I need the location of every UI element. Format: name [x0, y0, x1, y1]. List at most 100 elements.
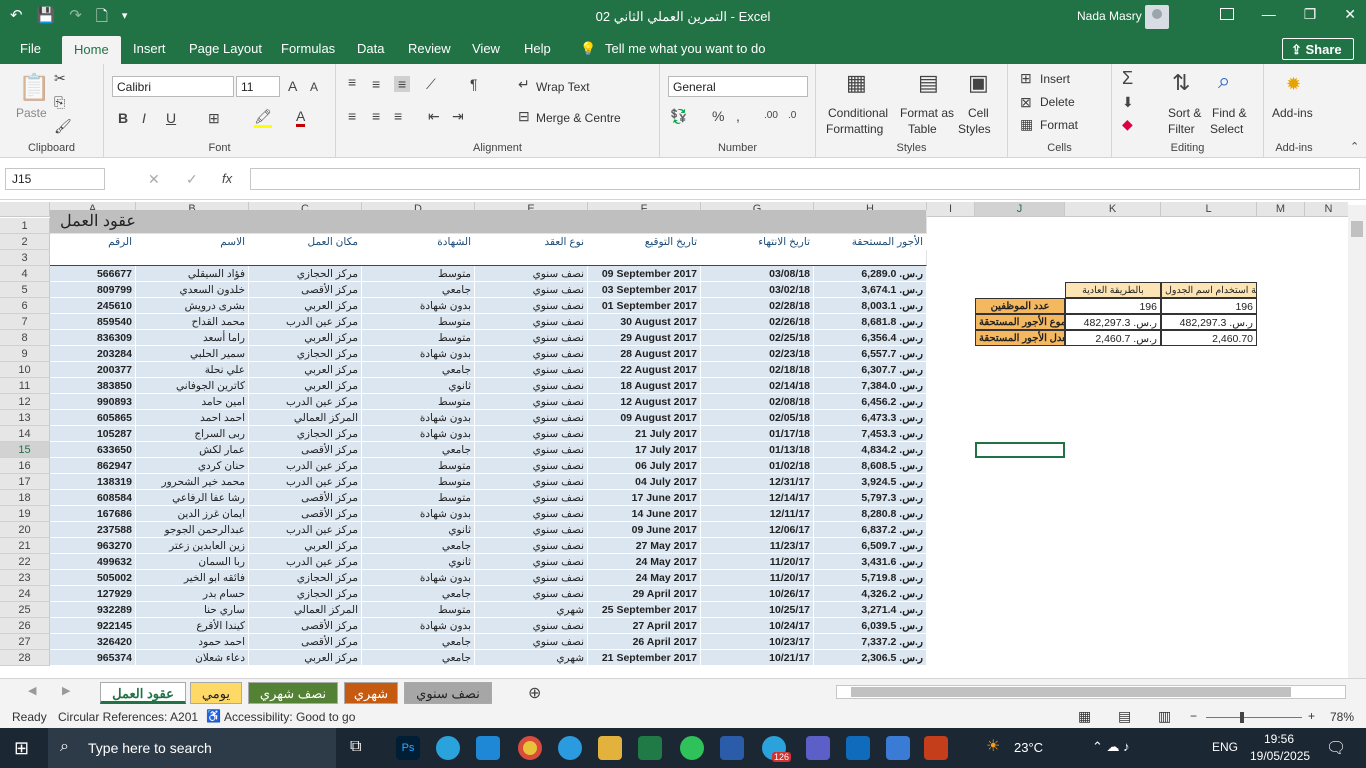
table-cell[interactable]: 10/21/17 — [701, 650, 814, 666]
table-cell[interactable]: ربى السراج — [136, 426, 249, 442]
table-cell[interactable]: 10/25/17 — [701, 602, 814, 618]
format-cells-icon[interactable]: ▦ — [1020, 116, 1033, 133]
table-header-2[interactable]: مكان العمل — [249, 234, 362, 250]
table-cell[interactable]: مركز عين الدرب — [249, 554, 362, 570]
sheet-title[interactable]: عقود العمل — [50, 210, 927, 234]
table-cell[interactable]: مركز عين الدرب — [249, 394, 362, 410]
collapse-ribbon-icon[interactable]: ⌃ — [1350, 140, 1359, 153]
table-cell[interactable]: ثانوي — [362, 378, 475, 394]
page-layout-view-icon[interactable]: ▤ — [1118, 708, 1131, 725]
table-cell[interactable]: 203284 — [50, 346, 136, 362]
row-header-9[interactable]: 9 — [0, 346, 50, 362]
table-cell[interactable]: 566677 — [50, 266, 136, 282]
row-header-26[interactable]: 26 — [0, 618, 50, 634]
table-cell[interactable]: مركز عين الدرب — [249, 458, 362, 474]
table-cell[interactable]: جامعي — [362, 362, 475, 378]
table-cell[interactable]: 02/28/18 — [701, 298, 814, 314]
table-cell[interactable]: احمد حمود — [136, 634, 249, 650]
table-cell[interactable]: كيندا الأقرع — [136, 618, 249, 634]
summary-count-table[interactable]: 196 — [1161, 298, 1257, 314]
cell-styles-line1[interactable]: Cell — [968, 106, 989, 120]
underline-icon[interactable]: U — [166, 110, 176, 126]
increase-decimal-icon[interactable]: .00 — [764, 110, 778, 121]
table-cell[interactable]: 09 June 2017 — [588, 522, 701, 538]
column-header-L[interactable]: L — [1161, 202, 1257, 217]
row-header-28[interactable]: 28 — [0, 650, 50, 666]
table-cell[interactable]: ر.س. 8,608.5 — [814, 458, 927, 474]
table-cell[interactable]: 11/20/17 — [701, 570, 814, 586]
table-cell[interactable]: ايمان غرز الدين — [136, 506, 249, 522]
wrap-text-icon[interactable]: ↵ — [518, 76, 530, 93]
taskbar-search[interactable]: ⌕ Type here to search — [48, 728, 336, 768]
table-cell[interactable]: 02/05/18 — [701, 410, 814, 426]
table-cell[interactable]: مركز العربي — [249, 650, 362, 666]
table-cell[interactable]: ر.س. 5,719.8 — [814, 570, 927, 586]
table-cell[interactable]: 24 May 2017 — [588, 570, 701, 586]
table-cell[interactable]: حنان كردي — [136, 458, 249, 474]
sheet-tab-monthly[interactable]: شهري — [344, 682, 398, 704]
row-header-20[interactable]: 20 — [0, 522, 50, 538]
table-cell[interactable]: مركز الحجازي — [249, 426, 362, 442]
row-header-27[interactable]: 27 — [0, 634, 50, 650]
table-cell[interactable]: 836309 — [50, 330, 136, 346]
table-cell[interactable]: ر.س. 3,271.4 — [814, 602, 927, 618]
table-cell[interactable]: 04 July 2017 — [588, 474, 701, 490]
table-cell[interactable]: ثانوي — [362, 554, 475, 570]
task-view-icon[interactable]: ⧉ — [350, 738, 361, 756]
table-cell[interactable]: نصف سنوي — [475, 346, 588, 362]
table-cell[interactable]: 22 August 2017 — [588, 362, 701, 378]
table-cell[interactable]: 633650 — [50, 442, 136, 458]
table-cell[interactable]: 11/20/17 — [701, 554, 814, 570]
insert-cells-icon[interactable]: ⊞ — [1020, 70, 1032, 87]
addins-icon[interactable]: ✹ — [1286, 74, 1301, 95]
tab-insert[interactable]: Insert — [133, 41, 166, 56]
table-cell[interactable]: 01 September 2017 — [588, 298, 701, 314]
summary-label-sum[interactable]: مجموع الأجور المستحقة — [975, 314, 1065, 330]
table-cell[interactable]: رشا عفا الرفاعي — [136, 490, 249, 506]
hscroll-thumb[interactable] — [851, 687, 1291, 697]
table-cell[interactable]: دعاء شعلان — [136, 650, 249, 666]
table-cell[interactable]: بدون شهادة — [362, 618, 475, 634]
table-cell[interactable]: 12 August 2017 — [588, 394, 701, 410]
status-accessibility[interactable]: Accessibility: Good to go — [224, 710, 355, 724]
outlook-icon[interactable] — [846, 736, 870, 760]
table-cell[interactable]: جامعي — [362, 650, 475, 666]
chrome-icon[interactable] — [518, 736, 542, 760]
table-cell[interactable]: 02/26/18 — [701, 314, 814, 330]
table-cell[interactable]: مركز الأقصى — [249, 282, 362, 298]
fill-color-icon[interactable]: 🖍 — [254, 108, 272, 128]
table-cell[interactable]: مركز العربي — [249, 378, 362, 394]
table-cell[interactable]: 965374 — [50, 650, 136, 666]
table-cell[interactable]: ر.س. 3,674.1 — [814, 282, 927, 298]
row-header-25[interactable]: 25 — [0, 602, 50, 618]
sort-filter-line1[interactable]: Sort & — [1168, 106, 1201, 120]
table-cell[interactable]: متوسط — [362, 394, 475, 410]
table-header-7[interactable]: الأجور المستحقة — [814, 234, 927, 250]
row-header-23[interactable]: 23 — [0, 570, 50, 586]
table-cell[interactable]: ر.س. 2,306.5 — [814, 650, 927, 666]
summary-sum-table[interactable]: ر.س. 482,297.3 — [1161, 314, 1257, 330]
table-cell[interactable]: متوسط — [362, 490, 475, 506]
table-cell[interactable]: مركز الحجازي — [249, 586, 362, 602]
table-cell[interactable]: 27 April 2017 — [588, 618, 701, 634]
table-cell[interactable]: بدون شهادة — [362, 506, 475, 522]
table-cell[interactable]: نصف سنوي — [475, 282, 588, 298]
table-cell[interactable]: سمير الحلبي — [136, 346, 249, 362]
table-cell[interactable]: 12/11/17 — [701, 506, 814, 522]
table-cell[interactable]: نصف سنوي — [475, 298, 588, 314]
cut-icon[interactable]: ✂ — [54, 70, 66, 87]
table-cell[interactable]: علي نحلة — [136, 362, 249, 378]
table-cell[interactable]: 03 September 2017 — [588, 282, 701, 298]
summary-label-count[interactable]: عدد الموظفين — [975, 298, 1065, 314]
table-cell[interactable]: ر.س. 7,337.2 — [814, 634, 927, 650]
align-right-icon[interactable]: ≡ — [394, 108, 402, 124]
table-cell[interactable]: ر.س. 8,280.8 — [814, 506, 927, 522]
decrease-decimal-icon[interactable]: .0 — [788, 110, 796, 121]
vscode-icon[interactable] — [476, 736, 500, 760]
table-cell[interactable]: نصف سنوي — [475, 474, 588, 490]
format-as-table-icon[interactable]: ▤ — [918, 70, 939, 96]
sheet-tab-semimonthly[interactable]: نصف شهري — [248, 682, 338, 704]
table-cell[interactable]: خلدون السعدي — [136, 282, 249, 298]
conditional-formatting-line2[interactable]: Formatting — [826, 122, 883, 136]
italic-icon[interactable]: I — [142, 110, 146, 126]
